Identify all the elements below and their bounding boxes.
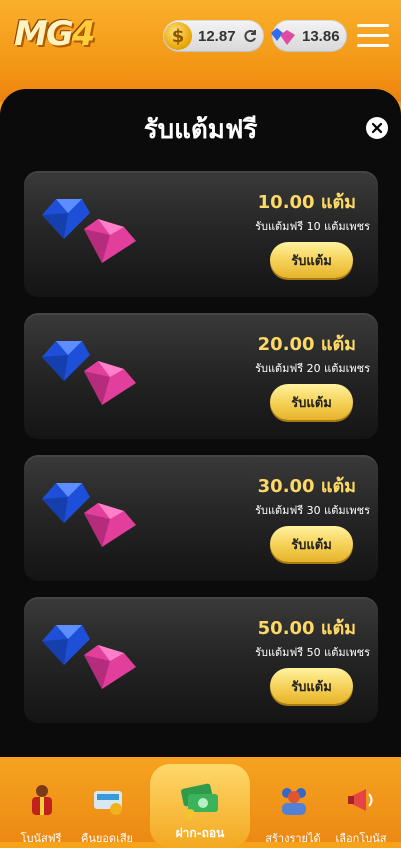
people-icon [282,788,306,815]
reward-card: 50.00 แต้ม รับแต้มฟรี 50 แต้มเพชร รับแต้… [24,597,378,723]
brand-logo[interactable]: MG4 [14,8,102,60]
money-icon [181,783,218,819]
diamonds-icon [42,625,136,689]
coin-icon: $ [164,22,192,50]
nav-item-free-bonus[interactable]: โบนัสฟรี [6,769,76,845]
bottom-nav: โบนัสฟรี คืนยอดเสีย ฝาก-ถอน สร้างรายได้ [0,757,401,848]
reward-points: 10.00 แต้ม [257,192,356,213]
megaphone-icon [348,789,373,811]
reward-description: รับแต้มฟรี 10 แต้มเพชร [255,220,370,233]
reward-points: 50.00 แต้ม [257,618,356,639]
reward-card: 30.00 แต้ม รับแต้มฟรี 30 แต้มเพชร รับแต้… [24,455,378,581]
free-points-modal: รับแต้มฟรี 10.00 แต้ม รับแต้มฟรี 10 แต้ม… [0,89,401,757]
claim-button[interactable]: รับแต้ม [270,526,353,562]
gem-icon [271,28,295,45]
nav-label: เลือกโบนัส [335,832,387,845]
nav-label: ฝาก-ถอน [175,826,225,840]
coin-balance-pill[interactable]: $ 12.87 [163,20,264,52]
nav-item-select-bonus[interactable]: เลือกโบนัส [326,769,396,845]
reward-description: รับแต้มฟรี 20 แต้มเพชร [255,362,370,375]
gift-person-icon [32,785,52,815]
reward-points: 30.00 แต้ม [257,476,356,497]
cashback-icon [94,791,122,815]
claim-button[interactable]: รับแต้ม [270,668,353,704]
close-icon [371,122,383,134]
diamonds-icon [42,199,136,263]
diamonds-icon [42,341,136,405]
top-bar: MG4 $ 12.87 13.86 [0,0,401,72]
reward-card: 10.00 แต้ม รับแต้มฟรี 10 แต้มเพชร รับแต้… [24,171,378,297]
hamburger-menu-icon[interactable] [357,24,389,48]
reward-card: 20.00 แต้ม รับแต้มฟรี 20 แต้มเพชร รับแต้… [24,313,378,439]
claim-button[interactable]: รับแต้ม [270,242,353,278]
nav-label: โบนัสฟรี [20,832,62,845]
coin-balance: 12.87 [198,27,236,45]
gem-balance-pill[interactable]: 13.86 [271,20,347,52]
reward-description: รับแต้มฟรี 30 แต้มเพชร [255,504,370,517]
modal-title: รับแต้มฟรี [143,115,258,145]
nav-item-deposit-withdraw[interactable]: ฝาก-ถอน [150,764,250,848]
reward-description: รับแต้มฟรี 50 แต้มเพชร [255,646,370,659]
nav-label: คืนยอดเสีย [81,832,133,845]
claim-button[interactable]: รับแต้ม [270,384,353,420]
diamonds-icon [42,483,136,547]
refresh-icon[interactable] [242,28,258,44]
nav-item-cashback[interactable]: คืนยอดเสีย [72,769,142,845]
gem-balance: 13.86 [302,27,340,45]
nav-item-earn-income[interactable]: สร้างรายได้ [258,769,328,845]
nav-label: สร้างรายได้ [265,832,321,845]
reward-points: 20.00 แต้ม [257,334,356,355]
close-button[interactable] [366,117,388,139]
